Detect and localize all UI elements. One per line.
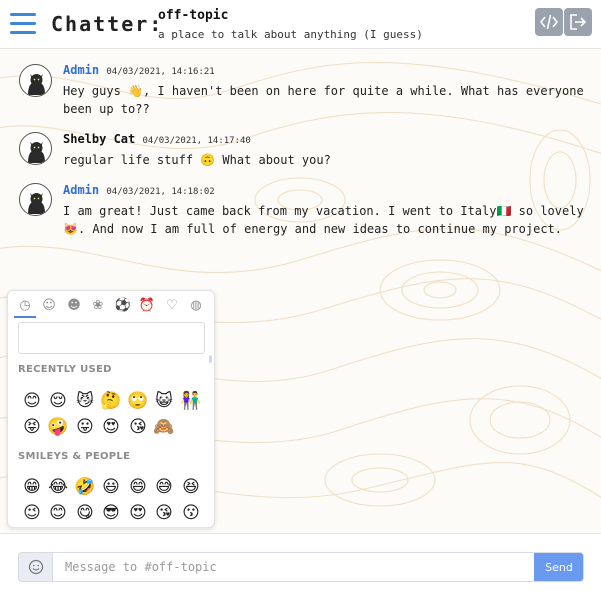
message-input[interactable]	[55, 553, 533, 581]
message-timestamp: 04/03/2021, 14:17:40	[142, 136, 251, 146]
emoji[interactable]: 😘	[152, 501, 176, 525]
emoji[interactable]: 🙄	[126, 389, 150, 413]
emoji[interactable]: 😉	[20, 501, 44, 525]
channel-description: a place to talk about anything (I guess)	[158, 28, 423, 41]
section-title: RECENTLY USED	[18, 364, 112, 375]
message-timestamp: 04/03/2021, 14:16:21	[106, 67, 215, 77]
emoji[interactable]: 😍	[126, 501, 150, 525]
clock-icon[interactable]: ⏰	[138, 297, 156, 315]
emoji[interactable]: 🤔	[99, 389, 123, 413]
emoji[interactable]: 😍	[99, 415, 123, 439]
logout-icon	[570, 14, 587, 30]
composer-bar: Send	[0, 533, 601, 600]
emoji-search-input[interactable]	[18, 322, 205, 354]
header: Chatter: off-topic a place to talk about…	[0, 0, 601, 49]
smileys-icon[interactable]: ☺	[40, 297, 58, 315]
emoji[interactable]: 😛	[73, 415, 97, 439]
emoji[interactable]: 🙈	[152, 415, 176, 439]
message-text: regular life stuff 🙃 What about you?	[63, 153, 331, 167]
emoji[interactable]: 🤪	[46, 415, 70, 439]
emoji[interactable]: 😊	[46, 501, 70, 525]
message-author[interactable]: Shelby Cat 04/03/2021, 14:17:40	[63, 132, 251, 146]
avatar	[19, 64, 52, 97]
emoji[interactable]: 😺	[152, 389, 176, 413]
sports-icon[interactable]: ⚽	[114, 297, 132, 315]
section-title: SMILEYS & PEOPLE	[18, 451, 131, 462]
emoji[interactable]: 😅	[152, 475, 176, 499]
author-name: Shelby Cat	[63, 132, 136, 146]
emoji[interactable]: 😘	[126, 415, 150, 439]
emoji[interactable]: 😗	[179, 501, 203, 525]
active-category-indicator	[14, 316, 36, 318]
emoji[interactable]: 😂	[46, 475, 70, 499]
emoji[interactable]: 😌	[46, 389, 70, 413]
nature-icon[interactable]: ❀	[89, 297, 107, 315]
message-composer: Send	[18, 552, 584, 582]
menu-icon[interactable]	[10, 13, 36, 35]
message-author[interactable]: Admin 04/03/2021, 14:18:02	[63, 183, 215, 197]
emoji[interactable]: 😋	[73, 501, 97, 525]
emoji-picker: ◷ ☺ ☻ ❀ ⚽ ⏰ ♡ ◍ RECENTLY USED 😊 😌 😼 🤔 🙄 …	[7, 290, 215, 528]
app-title: Chatter:	[51, 12, 164, 36]
avatar	[19, 132, 52, 165]
people-icon[interactable]: ☻	[65, 297, 83, 315]
emoji[interactable]: 😝	[20, 415, 44, 439]
emoji-picker-button[interactable]	[19, 553, 53, 581]
message-timestamp: 04/03/2021, 14:18:02	[106, 187, 215, 197]
code-icon	[539, 14, 559, 30]
emoji[interactable]: 🤣	[73, 475, 97, 499]
globe-icon[interactable]: ◍	[187, 297, 205, 315]
author-name: Admin	[63, 183, 100, 197]
emoji[interactable]: 😊	[20, 389, 44, 413]
avatar	[19, 183, 52, 216]
code-button[interactable]	[535, 8, 563, 36]
emoji[interactable]: 😆	[179, 475, 203, 499]
emoji[interactable]: 😎	[99, 501, 123, 525]
emoji[interactable]: 😃	[99, 475, 123, 499]
author-name: Admin	[63, 63, 100, 77]
logout-button[interactable]	[564, 8, 592, 36]
smiley-icon	[28, 559, 44, 575]
emoji[interactable]: 👫	[179, 389, 203, 413]
heart-icon[interactable]: ♡	[163, 297, 181, 315]
channel-name: off-topic	[158, 8, 229, 23]
emoji[interactable]: 😄	[126, 475, 150, 499]
send-button[interactable]: Send	[534, 553, 583, 581]
message-text: I am great! Just came back from my vacat…	[63, 204, 584, 236]
emoji[interactable]: 😼	[73, 389, 97, 413]
scrollbar[interactable]	[209, 355, 212, 363]
emoji-category-bar: ◷ ☺ ☻ ❀ ⚽ ⏰ ♡ ◍	[14, 297, 210, 317]
message-author[interactable]: Admin 04/03/2021, 14:16:21	[63, 63, 215, 77]
emoji[interactable]: 😁	[20, 475, 44, 499]
message-text: Hey guys 👋, I haven't been on here for q…	[63, 84, 584, 116]
recent-icon[interactable]: ◷	[16, 297, 34, 315]
